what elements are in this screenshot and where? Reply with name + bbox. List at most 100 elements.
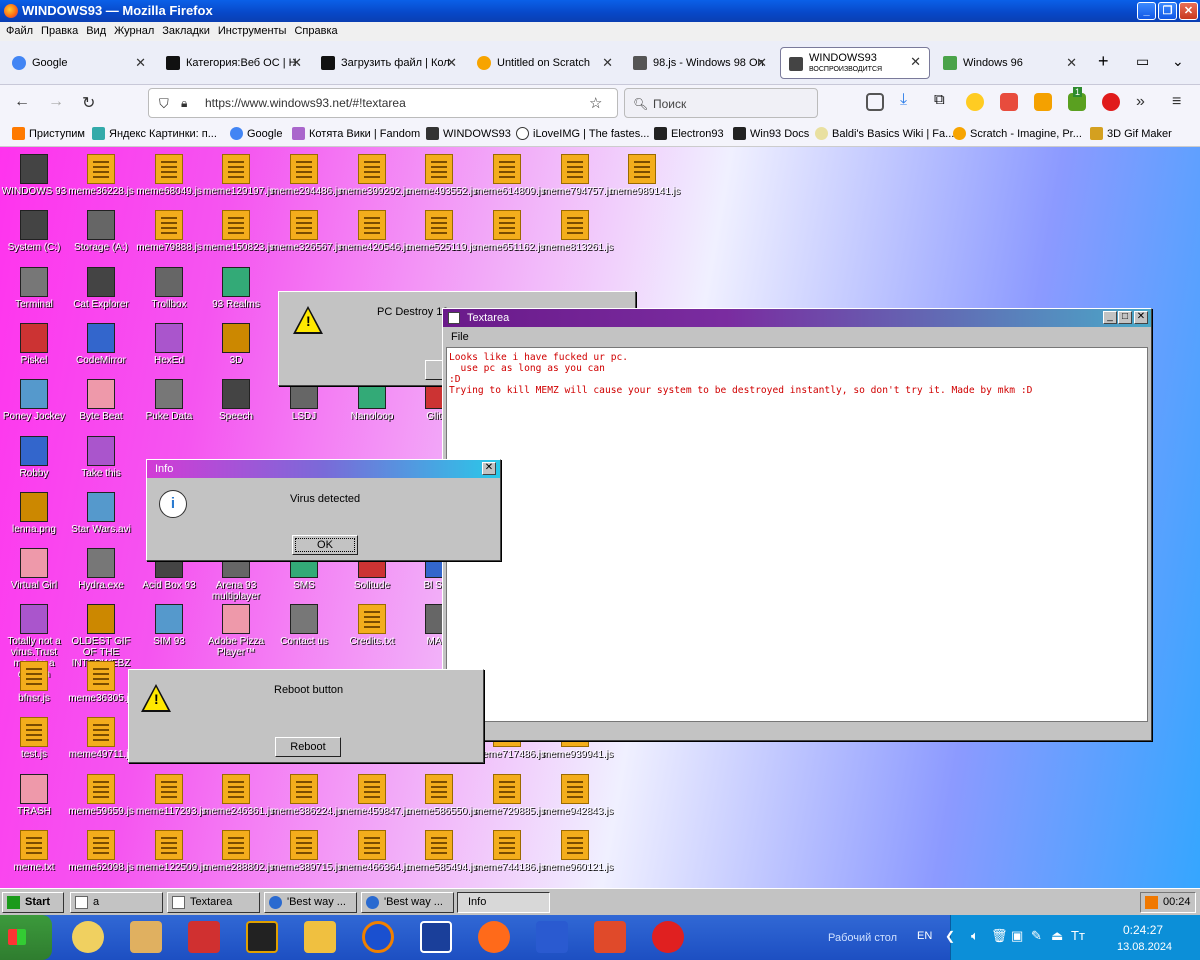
desktop-icon[interactable]: bfnsr.js	[1, 661, 67, 704]
desktop-icon[interactable]: meme942843.js	[542, 774, 613, 817]
pocket-icon[interactable]	[866, 93, 884, 111]
presentation-icon[interactable]	[594, 921, 626, 953]
desktop-icon[interactable]: TRASH	[1, 774, 67, 817]
close-tab-icon[interactable]: ✕	[1066, 47, 1077, 79]
bookmark-item[interactable]: Electron93	[654, 127, 724, 140]
desktop-icon[interactable]: meme420546.js	[339, 210, 410, 253]
tab-scratch[interactable]: Untitled on Scratch ✕	[469, 47, 621, 79]
taskbar-item[interactable]: Info	[457, 892, 550, 913]
bookmark-item[interactable]: Google	[230, 127, 282, 140]
clock-date[interactable]: 13.08.2024	[1117, 941, 1172, 953]
desktop-toolbar-label[interactable]: Рабочий стол	[828, 932, 897, 944]
desktop-icon[interactable]: Piskel	[1, 323, 67, 366]
monitor-icon[interactable]: ▣	[1011, 928, 1023, 944]
paint-icon[interactable]	[72, 921, 104, 953]
bird-icon[interactable]	[652, 921, 684, 953]
bookmark-item[interactable]: iLoveIMG | The fastes...	[516, 127, 649, 140]
file-menu[interactable]: File	[451, 331, 469, 343]
desktop-icon[interactable]: Byte Beat	[68, 379, 134, 422]
forward-icon[interactable]: →	[48, 93, 64, 111]
tab-upload[interactable]: Загрузить файл | Кол ✕	[313, 47, 465, 79]
youtube-extension-icon[interactable]	[1102, 93, 1120, 111]
desktop-icon[interactable]: meme729885.js	[474, 774, 545, 817]
text-area[interactable]: Looks like i have fucked ur pc. use pc a…	[446, 347, 1148, 722]
menu-tools[interactable]: Инструменты	[216, 22, 293, 41]
desktop-icon[interactable]: meme651162.js	[474, 210, 544, 253]
desktop-icon[interactable]: meme813261.js	[542, 210, 613, 253]
close-tab-icon[interactable]: ✕	[291, 47, 302, 79]
reload-icon[interactable]: ↻	[82, 93, 95, 113]
close-tab-icon[interactable]: ✕	[910, 55, 921, 68]
bookmark-item[interactable]: Baldi's Basics Wiki | Fa...	[815, 127, 954, 140]
minimize-button[interactable]: _	[1137, 2, 1156, 20]
desktop-icon[interactable]: meme62098.js	[68, 830, 134, 873]
desktop-icon[interactable]: Storage (A:)	[68, 210, 134, 253]
bookmark-item[interactable]: WINDOWS93	[426, 127, 511, 140]
close-tab-icon[interactable]: ✕	[756, 47, 767, 79]
bookmark-item[interactable]: Яндекс Картинки: п...	[92, 127, 217, 140]
expand-tray-icon[interactable]: ❮	[945, 929, 955, 943]
desktop-icon[interactable]: Cat Explorer	[68, 267, 134, 310]
language-indicator[interactable]: EN	[917, 930, 932, 942]
back-icon[interactable]: ←	[14, 93, 30, 111]
screenshot-icon[interactable]	[1000, 93, 1018, 111]
desktop-icon[interactable]: meme36305.js	[68, 661, 134, 704]
desktop-icon[interactable]: meme585494.js	[406, 830, 477, 873]
close-button[interactable]: ✕	[482, 462, 496, 475]
headphones-icon[interactable]	[362, 921, 394, 953]
desktop-icon[interactable]: Credits.txt	[339, 604, 405, 647]
word-icon[interactable]	[536, 921, 568, 953]
movie-icon[interactable]	[246, 921, 278, 953]
extensions-icon[interactable]: ⧉	[934, 91, 952, 109]
rss-icon[interactable]	[1145, 896, 1158, 909]
desktop-icon[interactable]: Take this	[68, 436, 134, 479]
desktop-icon[interactable]: Speech	[203, 379, 269, 422]
desktop-icon[interactable]: Adobe Pizza Player™	[203, 604, 269, 658]
desktop-icon[interactable]: meme960121.js	[542, 830, 613, 873]
desktop-icon[interactable]: meme989141.js	[609, 154, 680, 197]
taskbar-item[interactable]: 'Best way ...	[361, 892, 454, 913]
adblock-icon[interactable]: 1	[1068, 87, 1086, 111]
tab-webos[interactable]: Категория:Веб ОС | Н ✕	[158, 47, 310, 79]
downloads-icon[interactable]: ⤓	[900, 91, 918, 109]
minimize-button[interactable]: _	[1103, 311, 1117, 324]
desktop-icon[interactable]: HexEd	[136, 323, 202, 366]
close-tab-icon[interactable]: ✕	[135, 47, 146, 79]
pen-icon[interactable]: ✎	[1031, 928, 1042, 944]
desktop-icon[interactable]: Virtual Girl	[1, 548, 67, 591]
brushes-icon[interactable]	[130, 921, 162, 953]
menu-history[interactable]: Журнал	[112, 22, 160, 41]
desktop-icon[interactable]: meme459847.js	[339, 774, 410, 817]
menu-help[interactable]: Справка	[292, 22, 343, 41]
hamburger-menu-icon[interactable]: ≡	[1172, 93, 1181, 111]
desktop-icon[interactable]: meme389715.js	[271, 830, 342, 873]
app-icon[interactable]	[188, 921, 220, 953]
bookmark-item[interactable]: Котята Вики | Fandom	[292, 127, 420, 140]
menu-edit[interactable]: Правка	[39, 22, 84, 41]
desktop-icon[interactable]: 3D	[203, 323, 269, 366]
firefox-icon[interactable]	[478, 921, 510, 953]
desktop-icon[interactable]: System (C:)	[1, 210, 67, 253]
desktop-icon[interactable]: meme794757.js	[542, 154, 613, 197]
desktop-icon[interactable]: meme150823.js	[203, 210, 274, 253]
tab-google[interactable]: Google ✕	[4, 47, 154, 79]
desktop-icon[interactable]: meme294486.js	[271, 154, 342, 197]
emoji-extension-icon[interactable]	[966, 93, 984, 111]
bookmark-item[interactable]: Приступим	[12, 127, 85, 140]
desktop-icon[interactable]: 93 Realms	[203, 267, 269, 310]
desktop-icon[interactable]: meme246361.js	[203, 774, 274, 817]
desktop-icon[interactable]: meme525119.js	[406, 210, 476, 253]
desktop-icon[interactable]: meme122509.js	[136, 830, 207, 873]
extension-icon[interactable]	[1034, 93, 1052, 111]
desktop-icon[interactable]: Puke Data	[136, 379, 202, 422]
desktop-icon[interactable]: meme744186.js	[474, 830, 545, 873]
close-tab-icon[interactable]: ✕	[602, 47, 613, 79]
windows-start-button[interactable]	[0, 915, 52, 960]
desktop-icon[interactable]: Hydra.exe	[68, 548, 134, 591]
desktop-icon[interactable]: meme.txt	[1, 830, 67, 873]
desktop-icon[interactable]: SIM 93	[136, 604, 202, 647]
search-box[interactable]: 🔍︎ Поиск	[624, 88, 818, 118]
desktop-icon[interactable]: meme129197.js	[203, 154, 274, 197]
tab-98js[interactable]: 98.js - Windows 98 On ✕	[625, 47, 775, 79]
desktop-icon[interactable]: test.js	[1, 717, 67, 760]
